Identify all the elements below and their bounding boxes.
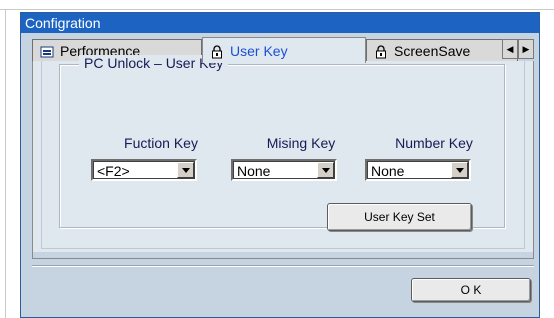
configuration-window: Configration Performence User Key Screen… xyxy=(20,12,540,318)
screensaver-icon xyxy=(374,44,388,58)
chevron-down-icon[interactable] xyxy=(177,162,194,178)
mising-key-select[interactable]: None xyxy=(231,159,337,181)
chevron-down-icon[interactable] xyxy=(317,162,334,178)
scroll-right-icon[interactable]: ▶ xyxy=(518,39,534,59)
number-key-select[interactable]: None xyxy=(365,159,471,181)
desktop-background xyxy=(0,0,554,10)
number-key-value: None xyxy=(371,163,405,179)
ok-button[interactable]: O K xyxy=(411,278,531,302)
mising-key-value: None xyxy=(237,163,271,179)
scroll-left-icon[interactable]: ◀ xyxy=(502,39,518,59)
tab-user-key-label: User Key xyxy=(230,42,288,59)
window-title: Configration xyxy=(21,13,539,33)
tab-screensave[interactable]: ScreenSave xyxy=(366,39,518,61)
user-key-icon xyxy=(210,44,224,58)
tab-screensave-label: ScreenSave xyxy=(394,42,471,59)
footer-divider xyxy=(32,265,534,267)
user-key-set-button[interactable]: User Key Set xyxy=(327,203,472,231)
function-key-value: <F2> xyxy=(97,163,130,179)
function-key-select[interactable]: <F2> xyxy=(91,159,197,181)
window-body: Performence User Key ScreenSave ◀ ▶ PC U… xyxy=(21,33,539,317)
number-key-label: Number Key xyxy=(395,135,473,151)
chevron-down-icon[interactable] xyxy=(451,162,468,178)
desktop-edge xyxy=(0,10,10,318)
tab-user-key[interactable]: User Key xyxy=(202,37,366,63)
tab-scroll-buttons: ◀ ▶ xyxy=(502,39,534,59)
function-key-label: Fuction Key xyxy=(124,135,198,151)
mising-key-label: Mising Key xyxy=(266,135,336,151)
performance-icon xyxy=(40,44,54,58)
